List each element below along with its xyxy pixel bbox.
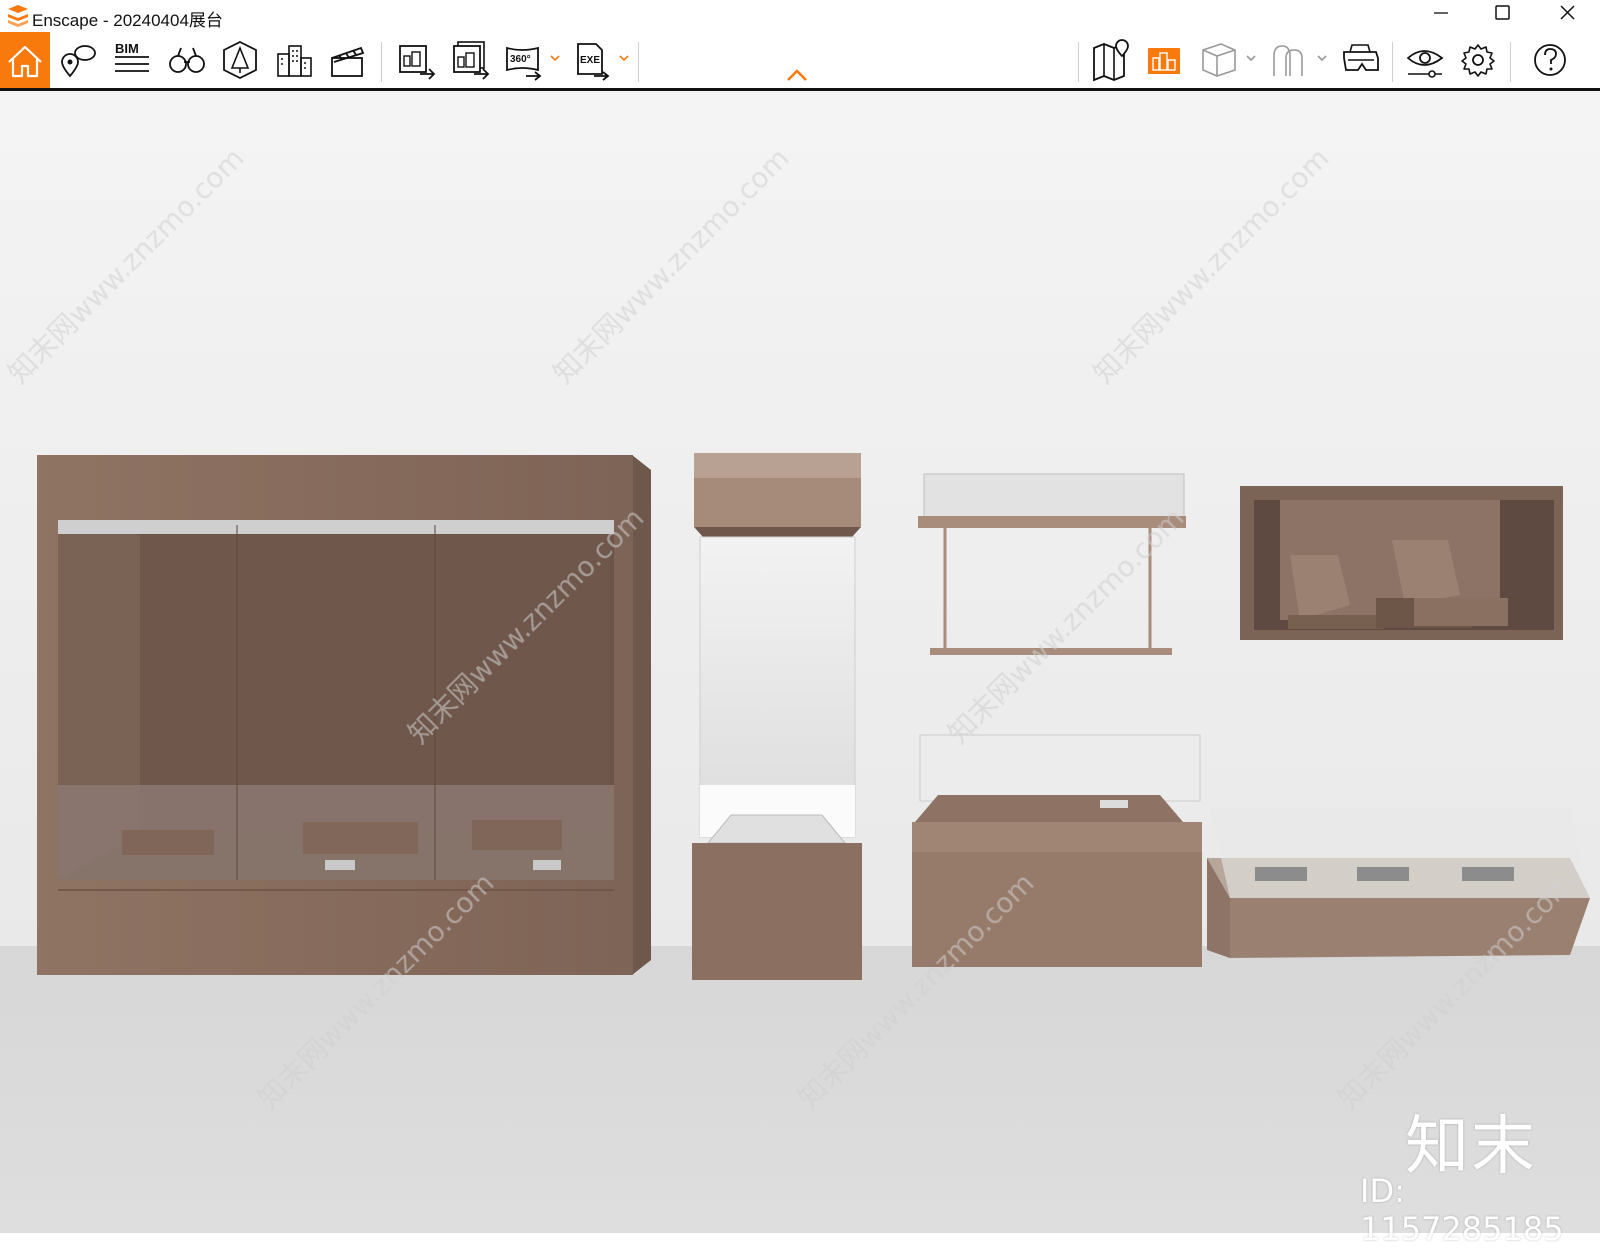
views-button[interactable] — [56, 32, 100, 88]
collapse-toolbar-icon[interactable] — [786, 68, 808, 82]
vr-headset-button[interactable] — [1340, 32, 1384, 88]
large-display-cabinet — [37, 455, 651, 975]
title-bar: Enscape - 20240404展台 — [0, 0, 1600, 32]
toolbar-separator — [1510, 42, 1511, 82]
minimize-icon — [1434, 12, 1448, 14]
map-button[interactable] — [1090, 32, 1134, 88]
toolbar-separator — [381, 42, 382, 82]
home-button[interactable] — [0, 32, 50, 88]
asset-library-icon — [223, 40, 257, 80]
cube-view-icon — [1202, 43, 1256, 77]
cube-view-button[interactable] — [1197, 32, 1261, 88]
export-exe-button[interactable]: EXE — [572, 32, 636, 88]
gear-icon — [1461, 44, 1495, 77]
minimize-button[interactable] — [1410, 0, 1470, 32]
exe-label: EXE — [580, 55, 600, 66]
visual-settings-icon — [1406, 50, 1444, 78]
panorama-label: 360° — [510, 54, 531, 65]
close-icon — [1560, 5, 1575, 20]
export-exe-icon: EXE — [577, 43, 629, 81]
wall-box-display — [1240, 486, 1563, 640]
clapperboard-icon — [331, 46, 365, 77]
visual-settings-button[interactable] — [1404, 32, 1450, 88]
bim-label: BIM — [115, 41, 139, 56]
window-title: Enscape - 20240404展台 — [32, 11, 223, 30]
video-editor-button[interactable] — [325, 32, 369, 88]
batch-render-button[interactable] — [448, 32, 492, 88]
people-button[interactable] — [1268, 32, 1336, 88]
maximize-button[interactable] — [1472, 0, 1532, 32]
help-icon — [1534, 44, 1566, 76]
toolbar-separator — [1392, 42, 1393, 82]
asset-library-button[interactable] — [218, 32, 262, 88]
toolbar-separator — [1078, 42, 1079, 82]
render-image-icon — [399, 45, 436, 80]
column-display-case — [692, 453, 862, 980]
panorama-360-icon: 360° — [506, 46, 560, 81]
render-image-button[interactable] — [394, 32, 438, 88]
maximize-icon — [1495, 5, 1510, 20]
help-button[interactable] — [1530, 32, 1574, 88]
settings-button[interactable] — [1458, 32, 1502, 88]
buildings-icon — [277, 45, 312, 77]
render-viewport[interactable]: 知末网www.znzmo.com 知末网www.znzmo.com 知末网www… — [0, 91, 1600, 1233]
enscape-logo-icon — [8, 5, 28, 27]
home-icon — [8, 45, 42, 78]
walk-mode-button[interactable] — [165, 32, 209, 88]
vr-headset-icon — [1343, 44, 1379, 71]
site-context-icon — [1148, 48, 1180, 74]
batch-render-icon — [453, 41, 490, 80]
site-context-toggle-button[interactable] — [1143, 32, 1187, 88]
close-button[interactable] — [1538, 0, 1598, 32]
map-icon — [1093, 39, 1129, 82]
panorama-button[interactable]: 360° — [502, 32, 562, 88]
location-pins-icon — [61, 45, 96, 78]
site-context-button[interactable] — [272, 32, 316, 88]
showcase-render-scene: 知末网www.znzmo.com 知末网www.znzmo.com 知末网www… — [0, 91, 1600, 1233]
binoculars-icon — [169, 47, 205, 73]
people-icon — [1273, 45, 1327, 76]
toolbar-separator — [638, 42, 639, 82]
watermark-id: ID: 1157285185 — [1360, 1172, 1564, 1248]
